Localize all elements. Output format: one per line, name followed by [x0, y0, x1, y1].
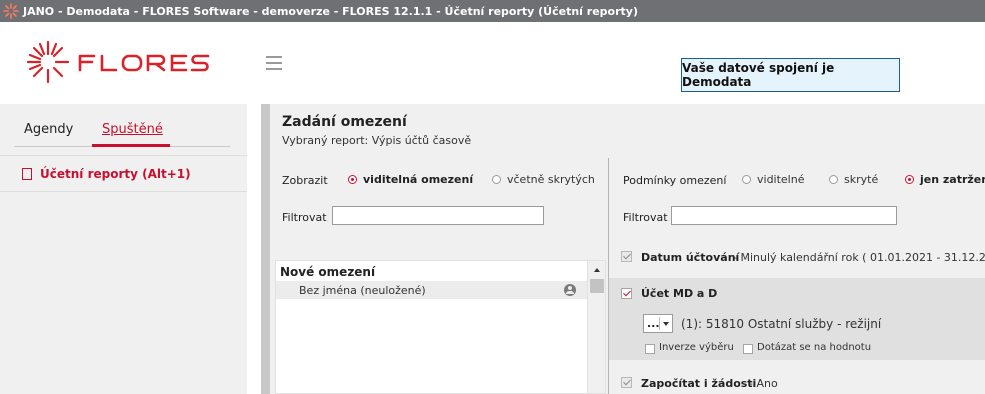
condition-value: - Ano	[749, 377, 778, 390]
filter-label: Filtrovat	[623, 211, 668, 224]
radio-hidden-conditions[interactable]: skryté	[829, 173, 878, 186]
active-tab-indicator	[92, 144, 170, 147]
page-title: Zadání omezení	[282, 114, 407, 130]
flores-logo[interactable]	[26, 40, 216, 84]
user-icon	[564, 284, 576, 296]
scroll-up-icon[interactable]	[588, 261, 605, 278]
condition-row-ucet-md-d: Účet MD a D ... (1): 51810 Ostatní služb…	[609, 278, 985, 360]
window-titlebar: JANO - Demodata - FLORES Software - demo…	[0, 0, 985, 22]
condition-name: Započítat i žádosti	[641, 377, 757, 390]
sidebar-item-ucetni-reporty[interactable]: Účetní reporty (Alt+1)	[0, 156, 247, 192]
radio-dot	[492, 175, 501, 184]
document-icon	[22, 167, 32, 180]
sidebar-tabs: Agendy Spuštěné	[0, 104, 247, 156]
invert-selection-label: Inverze výběru	[659, 342, 734, 353]
main-panel: Zadání omezení Vybraný report: Výpis účt…	[270, 104, 985, 394]
radio-dot	[348, 175, 357, 184]
app-header: Vaše datové spojení je Demodata	[0, 22, 985, 104]
invert-selection-checkbox[interactable]	[645, 344, 655, 354]
scroll-thumb[interactable]	[590, 279, 604, 293]
hamburger-icon[interactable]	[266, 56, 282, 70]
conditions-filter-input[interactable]	[671, 206, 897, 225]
radio-label: viditelná omezení	[363, 173, 474, 186]
radio-label: včetně skrytých	[507, 173, 595, 186]
radio-dot	[905, 175, 914, 184]
list-scrollbar[interactable]	[587, 261, 605, 393]
list-header: Nové omezení	[280, 265, 376, 279]
condition-selection: (1): 51810 Ostatní služby - režijní	[681, 317, 882, 331]
condition-checkbox[interactable]	[621, 251, 632, 262]
gutter	[247, 104, 261, 394]
filter-label: Filtrovat	[282, 211, 327, 224]
restrictions-filter-input[interactable]	[332, 206, 544, 225]
window-title: JANO - Demodata - FLORES Software - demo…	[23, 4, 638, 18]
condition-row-datum-uctovani: Datum účtování - Minulý kalendářní rok (…	[609, 246, 985, 270]
ask-for-value-checkbox[interactable]	[743, 344, 753, 354]
condition-row-zapocitat-zadosti: Započítat i žádosti - Ano	[609, 372, 985, 394]
selected-report-label: Vybraný report: Výpis účtů časově	[282, 134, 472, 147]
ask-for-value-label: Dotázat se na hodnotu	[757, 342, 872, 353]
sidebar-item-label: Účetní reporty (Alt+1)	[40, 166, 191, 181]
radio-label: skryté	[844, 173, 879, 186]
conditions-pane: Podmínky omezení viditelné skryté jen za…	[609, 158, 985, 394]
dropdown-separator	[659, 317, 660, 330]
sidebar: Agendy Spuštěné Účetní reporty (Alt+1)	[0, 104, 247, 394]
restrictions-pane: Zobrazit viditelná omezení včetně skrytý…	[270, 158, 606, 394]
radio-visible-restrictions[interactable]: viditelná omezení	[348, 173, 473, 186]
radio-only-checked[interactable]: jen zatržené	[905, 173, 985, 186]
radio-label: viditelné	[757, 173, 805, 186]
chevron-down-icon	[663, 322, 669, 326]
tab-agendy[interactable]: Agendy	[24, 122, 73, 137]
panel-splitter[interactable]	[261, 104, 270, 394]
connection-notice: Vaše datové spojení je Demodata	[681, 58, 900, 92]
restrictions-list: Nové omezení Bez jména (neuložené)	[275, 260, 606, 394]
show-label: Zobrazit	[282, 174, 328, 187]
condition-name: Datum účtování	[641, 251, 740, 264]
condition-value: - Minulý kalendářní rok ( 01.01.2021 - 3…	[733, 251, 985, 264]
list-item[interactable]: Bez jména (neuložené)	[276, 281, 588, 299]
dropdown-label: ...	[647, 317, 660, 330]
condition-value-dropdown[interactable]: ...	[643, 314, 673, 333]
condition-checkbox[interactable]	[621, 288, 632, 299]
list-item-label: Bez jména (neuložené)	[299, 284, 426, 297]
radio-visible-conditions[interactable]: viditelné	[742, 173, 804, 186]
radio-label: jen zatržené	[920, 173, 985, 186]
radio-dot	[829, 175, 838, 184]
radio-dot	[742, 175, 751, 184]
radio-including-hidden[interactable]: včetně skrytých	[492, 173, 595, 186]
conditions-label: Podmínky omezení	[623, 174, 727, 187]
flores-app-icon	[3, 3, 19, 19]
tab-spustene[interactable]: Spuštěné	[102, 122, 163, 137]
condition-checkbox[interactable]	[621, 377, 632, 388]
condition-name: Účet MD a D	[641, 287, 718, 300]
